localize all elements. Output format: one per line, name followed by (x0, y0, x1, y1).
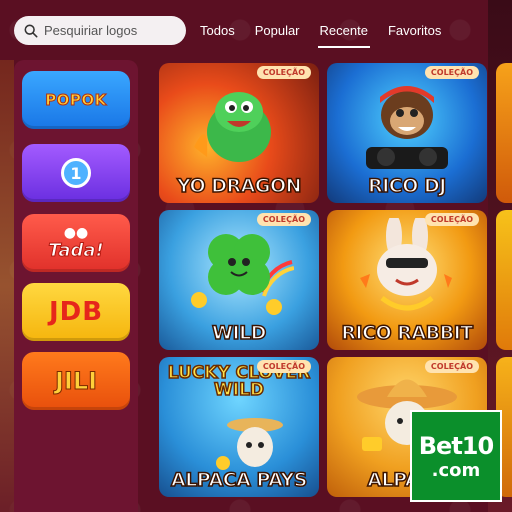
search-box[interactable] (14, 16, 186, 45)
paw-icon: ●● (63, 224, 89, 241)
bet10-logo: Bet10 .com (410, 410, 502, 502)
left-edge-artwork (0, 60, 14, 512)
collection-badge: COLEÇÃO (424, 66, 479, 79)
game-title: WILD (211, 321, 267, 345)
collection-badge: COLEÇÃO (256, 213, 311, 226)
alpaca-illustration (216, 418, 283, 470)
provider-sidebar: POPOK 1 ●● Tada! JDB JILI (14, 60, 138, 512)
bet10-logo-text: Bet10 (418, 431, 494, 460)
rabbit-illustration (360, 218, 452, 311)
search-icon (24, 24, 38, 37)
dragon-illustration (194, 92, 271, 162)
provider-jdb[interactable]: JDB (22, 283, 130, 341)
game-card-alpaca-pays[interactable]: LUCKY CLOVER WILD COLEÇÃO ALPACA PAYS (159, 357, 319, 497)
clover-illustration (191, 234, 294, 315)
game-card-yo-dragon[interactable]: COLEÇÃO YO DRAGON (159, 63, 319, 203)
provider-logo-gear: 1 (61, 158, 91, 188)
tab-favoritos[interactable]: Favoritos (378, 16, 451, 45)
tab-popular[interactable]: Popular (245, 16, 310, 45)
provider-jili[interactable]: JILI (22, 352, 130, 410)
game-card-partial[interactable] (496, 210, 512, 350)
provider-logo-popok: POPOK (45, 91, 107, 110)
monkey-dj-illustration (366, 86, 448, 169)
bet10-logo-domain: .com (431, 459, 481, 481)
collection-badge: COLEÇÃO (256, 66, 311, 79)
search-input[interactable] (44, 23, 184, 38)
provider-tada[interactable]: ●● Tada! (22, 214, 130, 272)
provider-gear-1[interactable]: 1 (22, 144, 130, 202)
game-title: RICO DJ (367, 174, 447, 198)
provider-logo-jdb: JDB (48, 297, 104, 327)
provider-popok[interactable]: POPOK (22, 71, 130, 129)
game-title: RICO RABBIT (341, 321, 474, 345)
game-card-partial[interactable] (496, 63, 512, 203)
tab-todos[interactable]: Todos (190, 16, 245, 45)
game-card-rico-rabbit[interactable]: COLEÇÃO RICO RABBIT (327, 210, 487, 350)
collection-badge: COLEÇÃO (424, 213, 479, 226)
collection-badge: COLEÇÃO (424, 360, 479, 373)
filter-tabs: Todos Popular Recente Favoritos (190, 16, 451, 48)
game-card-wild[interactable]: COLEÇÃO WILD (159, 210, 319, 350)
provider-logo-tada: Tada! (48, 239, 105, 261)
collection-badge: COLEÇÃO (256, 360, 311, 373)
game-title: ALPACA PAYS (170, 468, 308, 492)
game-title: YO DRAGON (176, 174, 302, 198)
game-card-rico-dj[interactable]: COLEÇÃO RICO DJ (327, 63, 487, 203)
tab-recente[interactable]: Recente (310, 16, 378, 48)
provider-logo-jili: JILI (54, 367, 98, 396)
